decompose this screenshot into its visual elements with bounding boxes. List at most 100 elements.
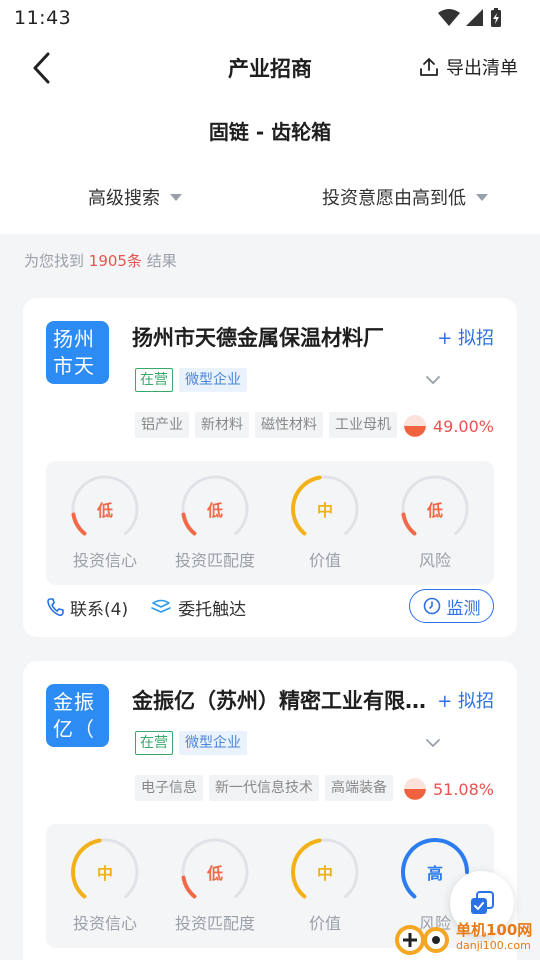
status-bar: 11:43 [0, 0, 540, 36]
gauge-level: 中 [316, 501, 333, 520]
industry-tag: 新一代信息技术 [209, 775, 319, 801]
metric-item: 中投资信心 [50, 824, 160, 948]
clock-icon [423, 597, 440, 615]
metrics-panel: 低投资信心低投资匹配度中价值低风险 [46, 461, 494, 585]
watermark-logo-icon [395, 925, 449, 955]
logo-line: 扬州 [53, 327, 95, 351]
chain-subtitle: 固链 - 齿轮箱 [0, 100, 540, 160]
advanced-search-label: 高级搜索 [88, 188, 160, 209]
metric-label: 价值 [308, 551, 341, 570]
gauge-level: 低 [426, 501, 443, 520]
dropdown-caret-icon [476, 193, 488, 201]
gauge-level: 中 [316, 864, 333, 883]
system-icons [438, 8, 502, 28]
contact-button[interactable]: 联系(4) [46, 595, 128, 620]
company-card[interactable]: 金振 亿（ 金振亿（苏州）精密工业有限公司 + 拟招 在营 微型企业 电子信息 … [23, 661, 517, 960]
company-name[interactable]: 扬州市天德金属保温材料厂 [132, 322, 427, 352]
industry-tags: 铝产业 新材料 磁性材料 工业母机 [135, 412, 401, 438]
monitor-button[interactable]: 监测 [409, 589, 494, 623]
chevron-down-icon[interactable] [425, 372, 441, 388]
logo-line: 金振 [53, 690, 95, 714]
metric-label: 投资信心 [72, 551, 137, 570]
gauge-ring: 低 [177, 471, 253, 547]
fill-ball-icon [403, 778, 426, 800]
export-list-button[interactable]: 导出清单 [418, 54, 518, 80]
watermark-text: 单机100网 danji100.com [456, 922, 532, 954]
export-label: 导出清单 [446, 58, 518, 79]
monitor-label: 监测 [446, 598, 481, 619]
status-time: 11:43 [14, 7, 72, 29]
gauge-level: 中 [96, 864, 113, 883]
industry-tag: 磁性材料 [255, 412, 323, 438]
gauge-ring: 低 [177, 834, 253, 910]
filter-bar: 高级搜索 投资意愿由高到低 [0, 160, 540, 234]
industry-tag: 电子信息 [135, 775, 203, 801]
company-tags: 在营 微型企业 [135, 731, 247, 755]
advanced-search-dropdown[interactable]: 高级搜索 [0, 184, 270, 210]
metric-label: 价值 [308, 914, 341, 933]
metric-item: 低风险 [380, 461, 490, 585]
gauge-level: 低 [206, 501, 223, 520]
delegate-label: 委托触达 [178, 599, 247, 620]
wifi-icon [438, 9, 460, 26]
result-prefix: 为您找到 [24, 251, 85, 270]
gauge-ring: 中 [287, 834, 363, 910]
metric-item: 中价值 [270, 824, 380, 948]
plan-invite-button[interactable]: + 拟招 [437, 324, 494, 350]
percent-value: 49.00% [432, 416, 494, 436]
battery-icon [491, 8, 501, 27]
dropdown-caret-icon [170, 193, 182, 201]
industry-tag: 高端装备 [325, 775, 393, 801]
header: 产业招商 导出清单 [0, 36, 540, 100]
gauge-level: 低 [206, 864, 223, 883]
status-badge: 在营 [135, 368, 173, 392]
size-badge: 微型企业 [179, 368, 247, 392]
gauge-ring: 低 [67, 471, 143, 547]
company-name[interactable]: 金振亿（苏州）精密工业有限公司 [132, 685, 427, 715]
metric-label: 投资信心 [72, 914, 137, 933]
result-count: 为您找到 1905条 结果 [0, 234, 540, 286]
company-tags: 在营 微型企业 [135, 368, 247, 392]
gauge-ring: 低 [397, 471, 473, 547]
metric-label: 投资匹配度 [174, 914, 255, 933]
watermark-line2: danji100.com [456, 939, 531, 952]
upload-icon [420, 58, 438, 76]
copy-check-icon [471, 891, 494, 914]
industry-tag: 铝产业 [135, 412, 189, 438]
delegate-button[interactable]: 委托触达 [150, 595, 246, 620]
company-logo: 金振 亿（ [46, 684, 109, 747]
company-card[interactable]: 扬州 市天 扬州市天德金属保温材料厂 + 拟招 在营 微型企业 铝产业 新材料 … [23, 298, 517, 637]
sort-dropdown[interactable]: 投资意愿由高到低 [270, 184, 540, 210]
company-logo: 扬州 市天 [46, 321, 109, 384]
contact-label: 联系(4) [70, 599, 129, 620]
gauge-level: 低 [96, 501, 113, 520]
delegate-icon [151, 599, 171, 613]
signal-icon [466, 9, 483, 26]
back-arrow-icon[interactable] [28, 50, 56, 86]
investment-intent-percent: 51.08% [403, 777, 494, 801]
watermark-line1: 单机100网 [456, 921, 533, 939]
card-actions: 联系(4) 委托触达 监测 [46, 589, 494, 625]
size-badge: 微型企业 [179, 731, 247, 755]
result-suffix: 结果 [146, 251, 177, 270]
industry-tags: 电子信息 新一代信息技术 高端装备 [135, 775, 401, 801]
sort-label: 投资意愿由高到低 [322, 188, 466, 209]
fill-ball-icon [403, 415, 426, 437]
plan-invite-button[interactable]: + 拟招 [437, 687, 494, 713]
metric-item: 低投资匹配度 [160, 824, 270, 948]
result-number: 1905条 [88, 251, 142, 270]
metric-item: 低投资匹配度 [160, 461, 270, 585]
chevron-down-icon[interactable] [425, 735, 441, 751]
watermark: 单机100网 danji100.com [392, 918, 532, 958]
status-badge: 在营 [135, 731, 173, 755]
investment-intent-percent: 49.00% [403, 414, 494, 438]
logo-line: 亿（ [53, 717, 95, 741]
phone-icon [47, 598, 64, 617]
metric-item: 中价值 [270, 461, 380, 585]
logo-line: 市天 [53, 354, 95, 378]
percent-value: 51.08% [432, 779, 494, 799]
metric-item: 低投资信心 [50, 461, 160, 585]
metric-label: 风险 [418, 551, 451, 570]
industry-tag: 新材料 [195, 412, 249, 438]
gauge-ring: 中 [67, 834, 143, 910]
